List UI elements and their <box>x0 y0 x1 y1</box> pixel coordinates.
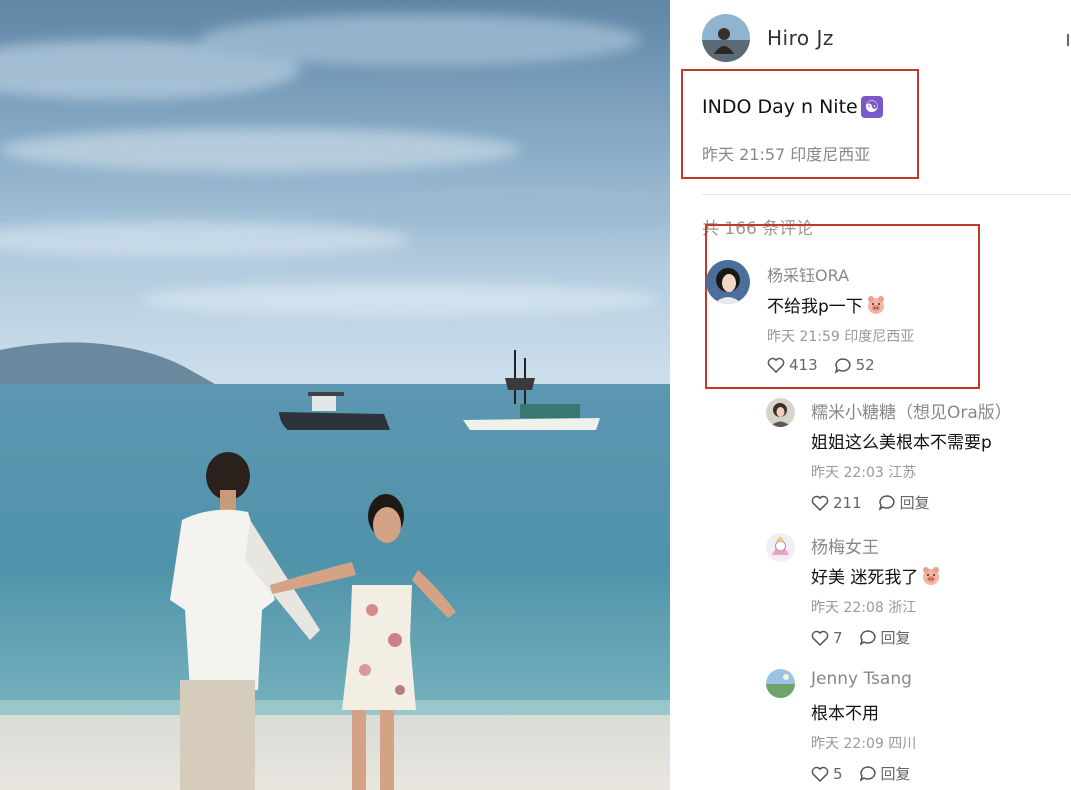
post-title-text: INDO Day n Nite <box>702 96 858 118</box>
reply-item: 杨梅女王 好美 迷死我了 昨天 22:08 浙江 7 回复 <box>766 533 1066 653</box>
more-menu-icon[interactable] <box>1067 34 1071 46</box>
comment-text: 根本不用 <box>811 699 879 724</box>
comment-text: 姐姐这么美根本不需要p <box>811 428 992 453</box>
like-button[interactable]: 5 <box>811 765 843 783</box>
post-detail-panel: Hiro Jz INDO Day n Nite 昨天 21:57 印度尼西亚 共… <box>670 0 1071 790</box>
like-count: 211 <box>833 493 862 512</box>
comment-bubble-icon <box>834 357 851 374</box>
heart-icon <box>811 630 829 646</box>
like-count: 413 <box>789 356 818 374</box>
commenter-name[interactable]: Jenny Tsang <box>811 669 912 689</box>
divider <box>702 194 1071 195</box>
comment-text-content: 好美 迷死我了 <box>811 568 919 588</box>
like-button[interactable]: 7 <box>811 629 843 647</box>
comment-bubble-icon <box>859 630 876 646</box>
commenter-name[interactable]: 杨采钰ORA <box>767 262 849 286</box>
comment-text-content: 姐姐这么美根本不需要p <box>811 433 992 453</box>
post-title: INDO Day n Nite <box>702 96 883 118</box>
commenter-name[interactable]: 杨梅女王 <box>811 533 879 558</box>
comment-text: 好美 迷死我了 <box>811 563 941 588</box>
comment-text-content: 根本不用 <box>811 704 879 724</box>
comment-actions: 211 回复 <box>811 492 930 513</box>
like-button[interactable]: 413 <box>767 356 818 374</box>
post-meta: 昨天 21:57 印度尼西亚 <box>702 145 871 164</box>
like-button[interactable]: 211 <box>811 494 862 512</box>
reply-count: 52 <box>855 356 875 374</box>
comment-bubble-icon <box>878 495 895 511</box>
comment-meta: 昨天 21:59 印度尼西亚 <box>767 329 915 345</box>
commenter-name[interactable]: 糯米小糖糖（想见Ora版） <box>811 398 1012 423</box>
comment-text: 不给我p一下 <box>767 292 886 317</box>
reply-item: Jenny Tsang 根本不用 昨天 22:09 四川 5 回复 <box>766 669 1066 789</box>
comment-actions: 7 回复 <box>811 627 911 648</box>
beach-photo <box>0 0 670 790</box>
reply-button[interactable]: 52 <box>834 356 875 374</box>
reply-button[interactable]: 回复 <box>878 492 930 513</box>
pig-face-icon <box>867 295 884 314</box>
comment-text-content: 不给我p一下 <box>767 297 863 317</box>
comment-meta: 昨天 22:03 江苏 <box>811 465 917 481</box>
reply-item: 糯米小糖糖（想见Ora版） 姐姐这么美根本不需要p 昨天 22:03 江苏 21… <box>766 398 1066 518</box>
author-name[interactable]: Hiro Jz <box>767 26 834 50</box>
reply-label: 回复 <box>899 494 930 512</box>
like-count: 5 <box>833 764 843 783</box>
heart-icon <box>767 357 785 373</box>
post-author[interactable]: Hiro Jz <box>702 14 834 62</box>
comment-bubble-icon <box>859 766 876 782</box>
comment-actions: 5 回复 <box>811 763 911 784</box>
reply-button[interactable]: 回复 <box>859 763 911 784</box>
heart-icon <box>811 495 829 511</box>
commenter-avatar[interactable] <box>706 260 750 304</box>
like-count: 7 <box>833 628 843 647</box>
commenter-avatar[interactable] <box>766 669 795 698</box>
comment-meta: 昨天 22:08 浙江 <box>811 600 917 616</box>
heart-icon <box>811 766 829 782</box>
author-avatar[interactable] <box>702 14 750 62</box>
pig-face-icon <box>923 566 940 585</box>
comment-meta: 昨天 22:09 四川 <box>811 736 917 752</box>
comment-actions: 413 52 <box>767 356 875 374</box>
reply-label: 回复 <box>880 765 911 783</box>
post-photo[interactable] <box>0 0 670 790</box>
yin-yang-icon <box>860 96 883 118</box>
commenter-avatar[interactable] <box>766 398 795 427</box>
commenter-avatar[interactable] <box>766 533 795 562</box>
reply-label: 回复 <box>880 629 911 647</box>
comment-item: 杨采钰ORA 不给我p一下 昨天 21:59 印度尼西亚 413 52 <box>706 260 976 380</box>
reply-button[interactable]: 回复 <box>859 627 911 648</box>
